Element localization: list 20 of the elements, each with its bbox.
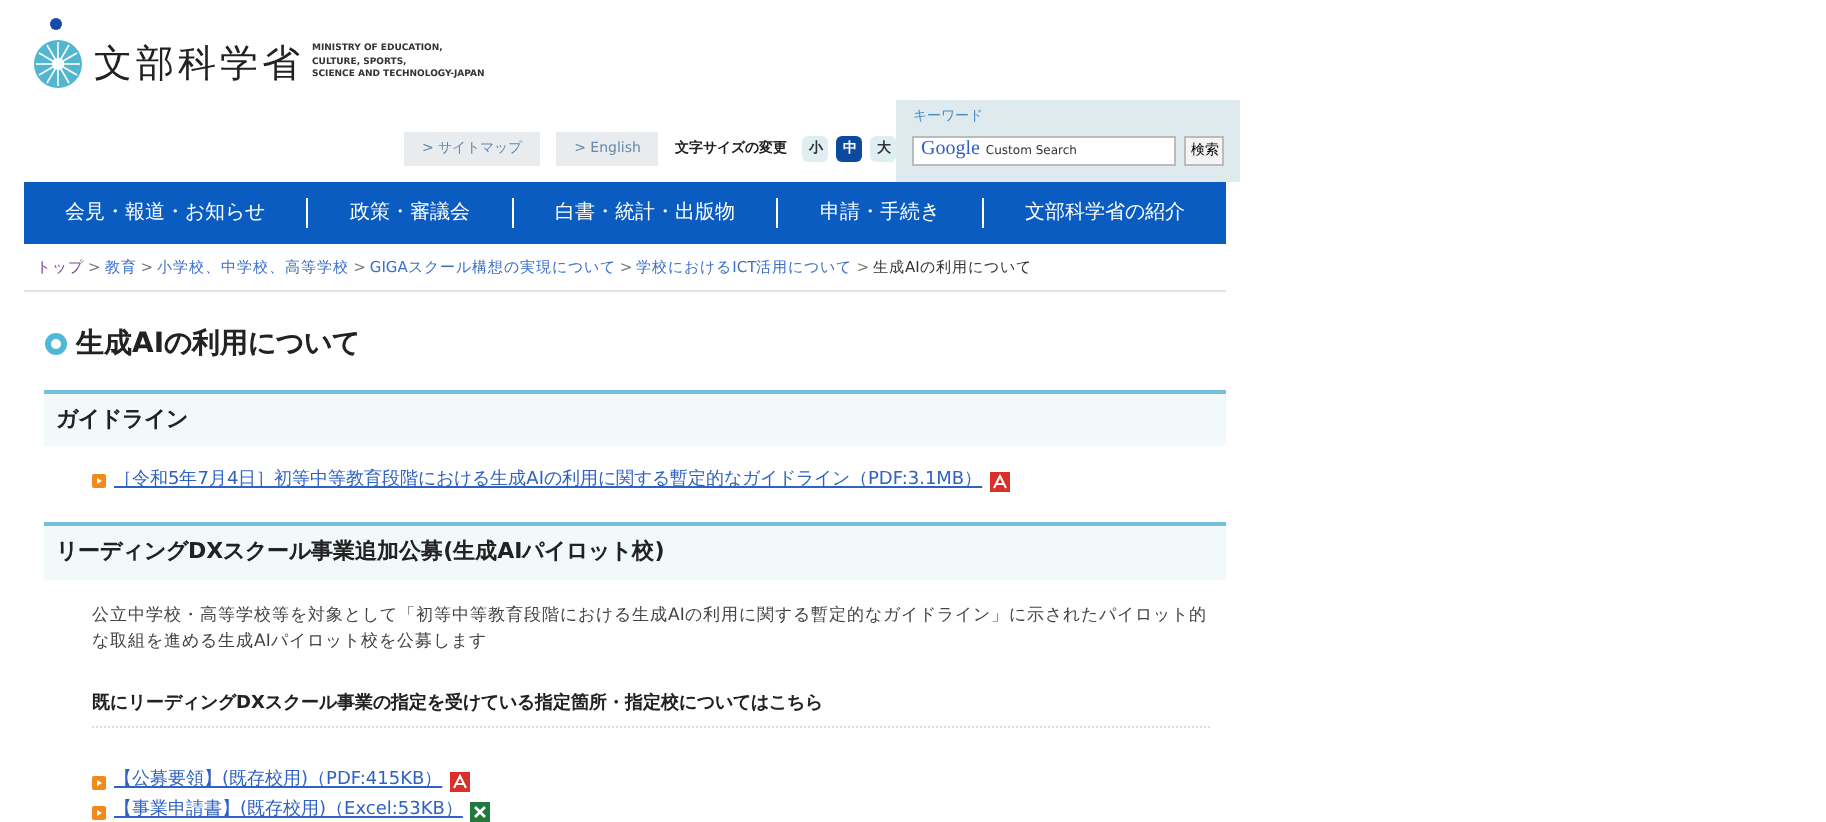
- google-logo: Google: [920, 140, 980, 160]
- bullet-icon: [92, 775, 106, 790]
- body-text: 公立中学校・高等学校等を対象として「初等中等教育段階における生成AIの利用に関する暫定的なガイドライン」に示されたパイロット的な取組を進める生成AIパイロット校を公募します: [92, 603, 1209, 656]
- nav-link[interactable]: 申請・手続き: [778, 197, 982, 227]
- page-title: 生成AIの利用について: [76, 325, 361, 364]
- section-heading: リーディングDXスクール事業追加公募(生成AIパイロット校): [44, 522, 1226, 580]
- nav-link[interactable]: 政策・審議会: [308, 197, 512, 227]
- circle-icon: [44, 332, 68, 357]
- nav-link[interactable]: 文部科学省の紹介: [983, 197, 1227, 227]
- bullet-icon: [92, 474, 106, 489]
- logo-text: 文部科学省: [94, 46, 304, 84]
- subheading: 既にリーディングDXスクール事業の指定を受けている指定箇所・指定校についてはこちら: [92, 692, 1210, 728]
- nav-link[interactable]: 会見・報道・お知らせ: [24, 197, 307, 227]
- document-link[interactable]: 【公募要領】(既存校用)（PDF:415KB）: [114, 768, 443, 796]
- bullet-icon: [92, 805, 106, 820]
- section-heading: ガイドライン: [44, 389, 1226, 447]
- document-link[interactable]: ［令和5年7月4日］初等中等教育段階における生成AIの利用に関する暫定的なガイドライン（PDF:3.1MB）: [114, 468, 983, 495]
- emblem-icon: [30, 16, 86, 90]
- document-link[interactable]: 【事業申請書】(既存校用)（Excel:53KB）: [114, 798, 463, 822]
- nav-link[interactable]: 白書・統計・出版物: [513, 197, 777, 227]
